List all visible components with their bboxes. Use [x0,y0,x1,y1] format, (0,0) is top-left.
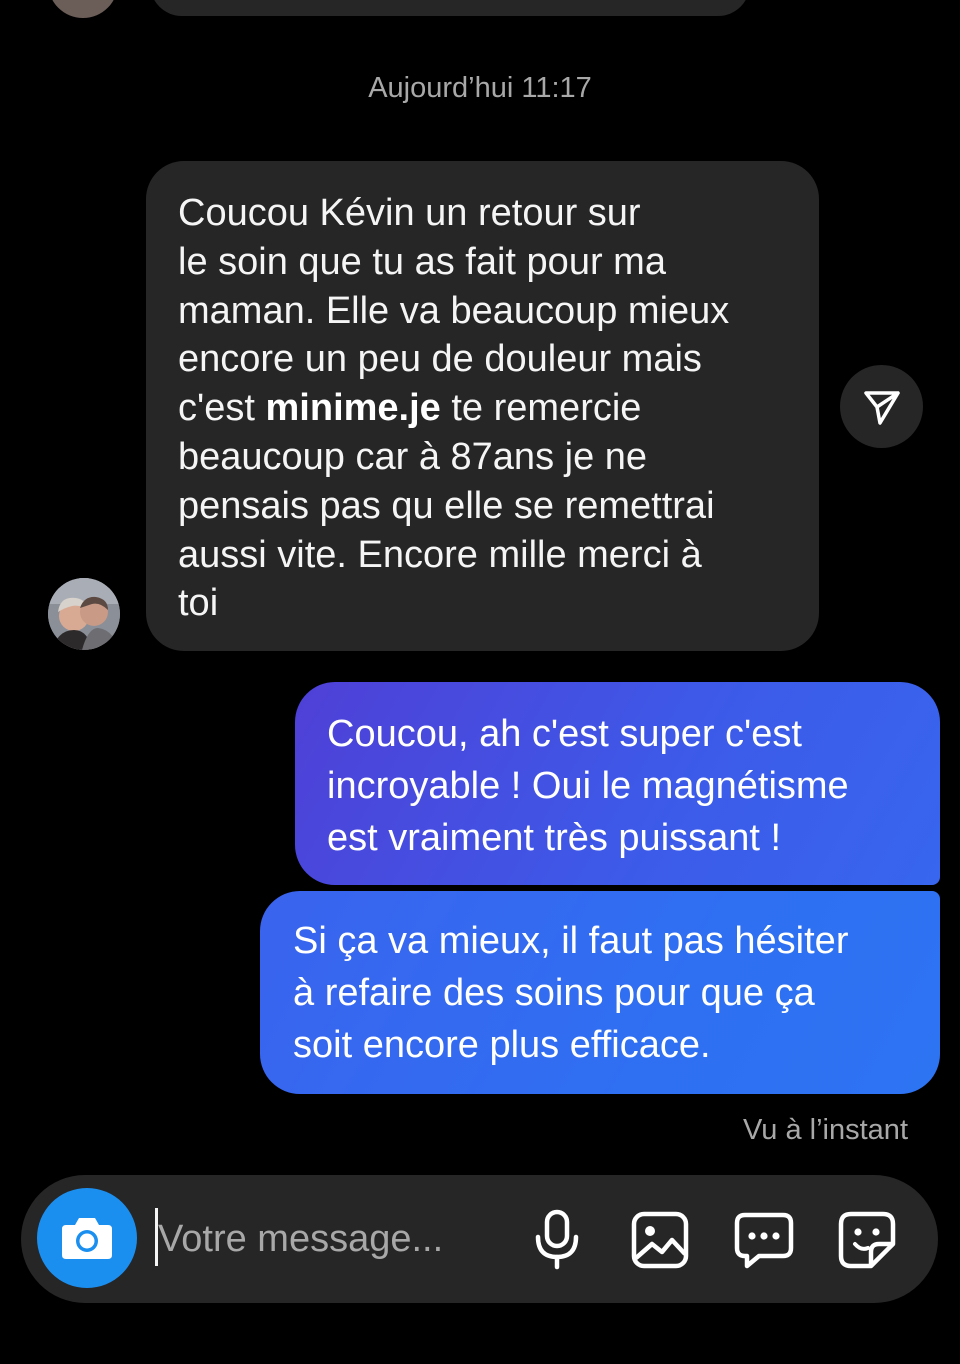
microphone-button[interactable] [526,1209,588,1271]
thread-timestamp: Aujourd’hui 11:17 [368,72,592,104]
outgoing-message-bubble[interactable]: Coucou, ah c'est super c'est incroyable … [295,682,940,885]
gallery-button[interactable] [629,1209,691,1271]
previous-sender-avatar[interactable] [48,0,118,18]
incoming-message-bold-text: minime.je [265,387,441,430]
sticker-icon [838,1211,896,1269]
message-composer [21,1175,938,1303]
seen-status: Vu à l’instant [743,1114,908,1146]
share-message-button[interactable] [840,365,923,448]
sticker-button[interactable] [836,1209,898,1271]
gallery-icon [631,1211,689,1269]
send-icon [863,390,900,425]
outgoing-message-bubble[interactable]: Si ça va mieux, il faut pas hésiter à re… [260,891,940,1094]
microphone-icon [535,1209,579,1270]
camera-button[interactable] [37,1188,137,1288]
incoming-message-bubble[interactable]: Coucou Kévin un retour sur le soin que t… [146,161,819,651]
previous-message-bubble[interactable] [150,0,750,16]
avatar-photo [48,578,120,650]
camera-icon [62,1218,112,1259]
chat-options-button[interactable] [733,1209,795,1271]
chat-bubble-icon [734,1212,794,1269]
sender-avatar[interactable] [48,578,120,650]
message-input[interactable] [158,1213,518,1265]
